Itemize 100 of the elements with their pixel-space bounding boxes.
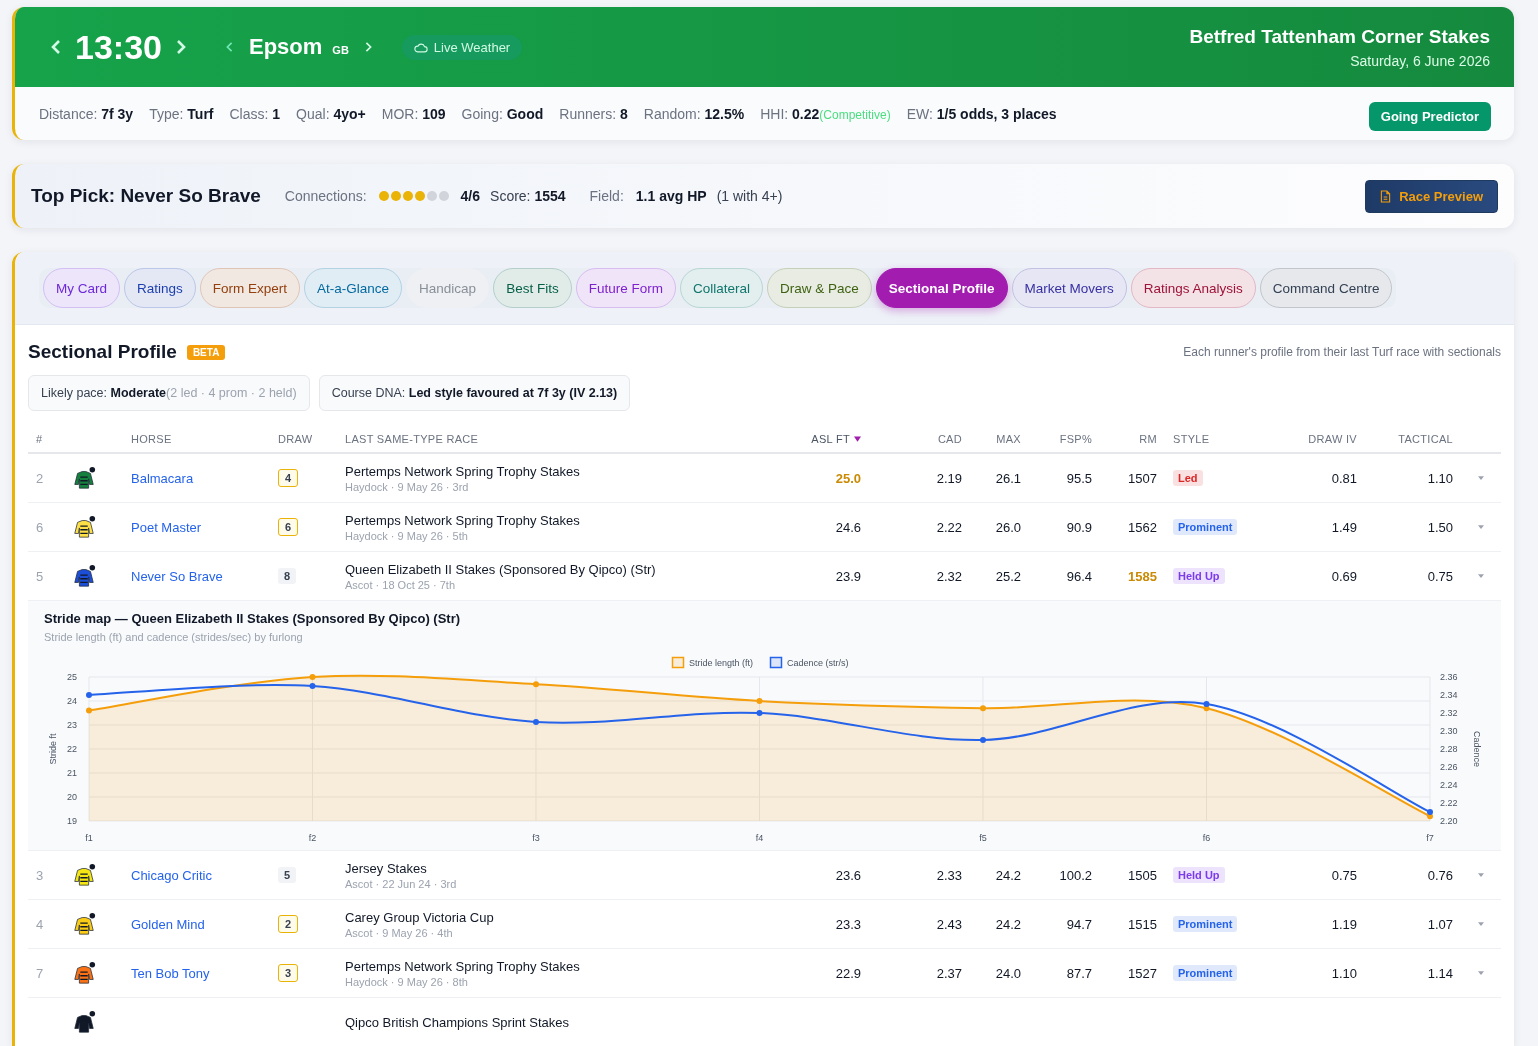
tab[interactable]: Best Fits: [493, 268, 572, 308]
race-stat: Class: 1: [229, 105, 281, 122]
axis-tick-label: 24: [67, 696, 77, 706]
axis-tick-label: f4: [755, 833, 764, 843]
caret-icon[interactable]: [1477, 476, 1484, 480]
axis-tick-label: 22: [67, 744, 77, 754]
tab[interactable]: Draw & Pace: [766, 268, 872, 308]
tab[interactable]: Collateral: [679, 268, 763, 308]
caret-icon[interactable]: [1477, 574, 1484, 578]
runner-number: 2: [36, 470, 44, 486]
point: [980, 705, 986, 712]
column-header[interactable]: DRAW IV: [1308, 432, 1357, 445]
axis-tick-label: 2.24: [1440, 780, 1458, 790]
chevron-right-icon[interactable]: [364, 41, 372, 53]
table-cell: 96.4: [1066, 568, 1092, 584]
table-cell: 23.3: [835, 916, 861, 932]
column-header[interactable]: HORSE: [131, 432, 172, 445]
summary-chip: Likely pace: Moderate(2 led · 4 prom · 2 held): [28, 375, 310, 411]
document-icon: [1380, 189, 1392, 203]
legend-item[interactable]: Stride length (ft): [671, 656, 754, 669]
draw-badge: 6: [278, 518, 299, 536]
axis-tick-label: f5: [979, 833, 987, 843]
race-stat: Going: Good: [461, 105, 544, 122]
table-cell: 25.0: [835, 470, 861, 486]
chevron-left-icon[interactable]: [225, 41, 233, 53]
horse-link[interactable]: Poet Master: [131, 519, 202, 535]
field-note: (1 with 4+): [716, 188, 783, 204]
going-predictor-button[interactable]: Going Predictor: [1368, 102, 1491, 131]
table-cell: 94.7: [1066, 916, 1092, 932]
runner-number: 3: [36, 867, 44, 883]
horse-link[interactable]: Balmacara: [131, 470, 194, 486]
horse-link[interactable]: Ten Bob Tony: [131, 965, 210, 981]
axis-tick-label: 2.34: [1440, 690, 1458, 700]
column-header[interactable]: MAX: [996, 432, 1021, 445]
axis-tick-label: f1: [85, 833, 93, 843]
race-date: Saturday, 6 June 2026: [1349, 52, 1490, 69]
top-pick-title: Top Pick: Never So Brave: [31, 185, 261, 207]
table-cell: 0.75: [1427, 568, 1453, 584]
column-header[interactable]: FSP%: [1059, 432, 1092, 445]
table-cell: 1527: [1128, 965, 1157, 981]
column-header[interactable]: CAD: [937, 432, 962, 445]
race-preview-button[interactable]: Race Preview: [1365, 179, 1498, 213]
axis-tick-label: 2.20: [1440, 816, 1458, 826]
axis-title: Stride ft: [48, 733, 58, 765]
table-cell: 23.9: [835, 568, 861, 584]
table-cell: 2.32: [936, 568, 962, 584]
table-cell: 1505: [1128, 867, 1157, 883]
style-tag: Held Up: [1173, 568, 1225, 584]
axis-tick-label: 21: [67, 768, 77, 778]
race-stat: Random: 12.5%: [643, 105, 745, 122]
tab[interactable]: Future Form: [575, 268, 676, 308]
table-cell: 25.2: [995, 568, 1021, 584]
race-stat: EW: 1/5 odds, 3 places: [906, 105, 1057, 122]
column-header[interactable]: DRAW: [278, 432, 313, 445]
tab[interactable]: Ratings Analysis: [1130, 268, 1256, 308]
point: [86, 707, 92, 714]
point: [756, 710, 763, 716]
caret-icon[interactable]: [1477, 873, 1484, 877]
tab[interactable]: Sectional Profile: [875, 268, 1008, 308]
column-header[interactable]: RM: [1139, 432, 1157, 445]
axis-title: Cadence: [1472, 731, 1482, 767]
table-cell: 1585: [1128, 568, 1157, 584]
style-tag: Held Up: [1173, 867, 1225, 883]
column-header[interactable]: TACTICAL: [1398, 432, 1453, 445]
horse-link[interactable]: Golden Mind: [131, 916, 205, 932]
axis-tick-label: f7: [1426, 833, 1434, 843]
legend-item[interactable]: Cadence (str/s): [769, 656, 849, 669]
tab[interactable]: My Card: [43, 268, 120, 308]
runner-number: 7: [36, 965, 44, 981]
tab[interactable]: At-a-Glance: [304, 268, 403, 308]
column-header[interactable]: ASL FT: [811, 432, 850, 445]
column-header[interactable]: STYLE: [1173, 432, 1210, 445]
score: Score: 1554: [490, 188, 566, 204]
live-weather-button[interactable]: Live Weather: [401, 34, 523, 60]
caret-icon[interactable]: [1477, 971, 1484, 975]
table-cell: 1.50: [1427, 519, 1453, 535]
tab[interactable]: Form Expert: [199, 268, 301, 308]
tab[interactable]: Ratings: [124, 268, 196, 308]
caret-icon[interactable]: [1477, 525, 1484, 529]
table-cell: 23.6: [835, 867, 861, 883]
axis-tick-label: 19: [67, 816, 77, 826]
chart-subtitle: Stride length (ft) and cadence (strides/sec) by furlong: [43, 631, 304, 643]
table-cell: 2.43: [936, 916, 962, 932]
legend-label: Cadence (str/s): [787, 658, 849, 668]
runner-number: 6: [36, 519, 44, 535]
race-stat: Qual: 4yo+: [296, 105, 366, 122]
horse-link[interactable]: Chicago Critic: [131, 867, 212, 883]
column-header[interactable]: LAST SAME-TYPE RACE: [345, 432, 479, 445]
table-cell: 1.10: [1427, 470, 1453, 486]
table-cell: 2.22: [936, 519, 962, 535]
race-meta: Haydock · 9 May 26 · 8th: [345, 975, 468, 988]
chevron-right-icon[interactable]: [175, 39, 186, 55]
caret-icon[interactable]: [1477, 922, 1484, 926]
column-header[interactable]: #: [36, 432, 43, 445]
tab[interactable]: Command Centre: [1259, 268, 1393, 308]
tab[interactable]: Market Movers: [1011, 268, 1127, 308]
point: [533, 681, 539, 688]
table-cell: 100.2: [1059, 867, 1092, 883]
horse-link[interactable]: Never So Brave: [131, 568, 223, 584]
race-meta: Haydock · 9 May 26 · 3rd: [345, 480, 469, 493]
